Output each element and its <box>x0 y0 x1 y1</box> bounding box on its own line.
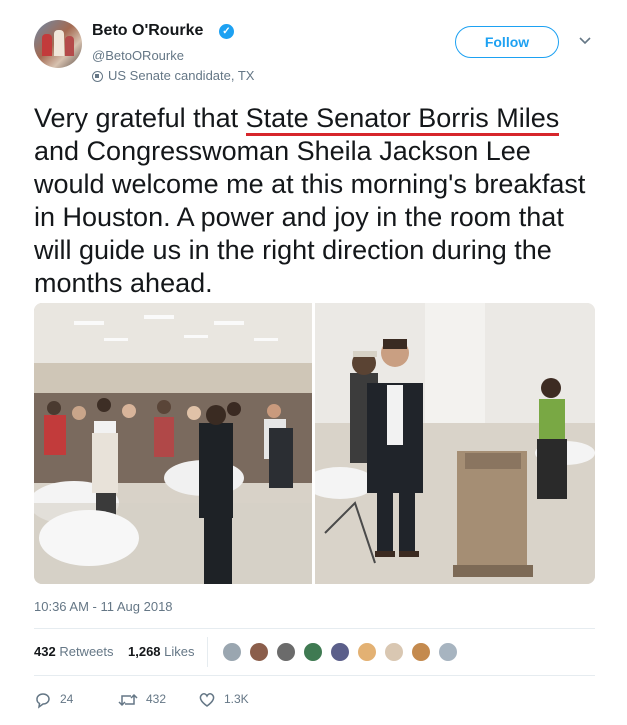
tweet-media[interactable] <box>34 303 595 584</box>
liker-avatar[interactable] <box>275 641 297 663</box>
verified-badge-icon: ✓ <box>219 24 234 39</box>
like-count: 1.3K <box>224 692 249 706</box>
retweet-button[interactable]: 432 <box>118 688 166 710</box>
liker-avatar[interactable] <box>248 641 270 663</box>
retweets-count: 432 <box>34 644 56 659</box>
author-avatar[interactable] <box>34 20 82 68</box>
account-label: US Senate candidate, TX <box>92 68 254 83</box>
retweet-count: 432 <box>146 692 167 706</box>
liker-avatar[interactable] <box>383 641 405 663</box>
follow-button[interactable]: Follow <box>455 26 559 58</box>
liker-avatar[interactable] <box>356 641 378 663</box>
retweet-icon <box>118 693 138 706</box>
retweets-stat[interactable]: 432 Retweets <box>34 644 114 659</box>
reply-icon <box>36 693 50 709</box>
retweets-label: Retweets <box>59 644 114 659</box>
photo-banquet-hall[interactable] <box>34 303 312 584</box>
author-name[interactable]: Beto O'Rourke <box>92 22 203 40</box>
stats-divider <box>207 637 208 667</box>
likes-label: Likes <box>164 644 195 659</box>
photo-speaker-at-podium[interactable] <box>315 303 595 584</box>
likes-stat[interactable]: 1,268 Likes <box>128 644 195 659</box>
reply-count: 24 <box>60 692 74 706</box>
liker-avatar[interactable] <box>410 641 432 663</box>
heart-icon <box>199 692 215 707</box>
chevron-down-icon[interactable] <box>578 34 592 48</box>
liker-avatar[interactable] <box>437 641 459 663</box>
reply-button[interactable]: 24 <box>34 688 73 710</box>
tweet-text-after: and Congresswoman Sheila Jackson Lee wou… <box>34 136 586 298</box>
like-button[interactable]: 1.3K <box>198 688 249 710</box>
tweet-text-underlined: State Senator Borris Miles <box>245 103 560 136</box>
tweet-actions: 24 432 1.3K <box>34 688 334 710</box>
liker-avatar[interactable] <box>302 641 324 663</box>
government-label-icon <box>92 71 103 82</box>
tweet-timestamp[interactable]: 10:36 AM - 11 Aug 2018 <box>34 599 173 614</box>
account-label-text: US Senate candidate, TX <box>108 68 255 83</box>
likes-count: 1,268 <box>128 644 161 659</box>
liker-avatar[interactable] <box>221 641 243 663</box>
tweet-text-before: Very grateful that <box>34 103 246 133</box>
liker-avatar[interactable] <box>329 641 351 663</box>
tweet-text: Very grateful that State Senator Borris … <box>34 102 604 300</box>
author-handle[interactable]: @BetoORourke <box>92 48 184 63</box>
engagement-stats: 432 Retweets 1,268 Likes <box>34 628 595 676</box>
